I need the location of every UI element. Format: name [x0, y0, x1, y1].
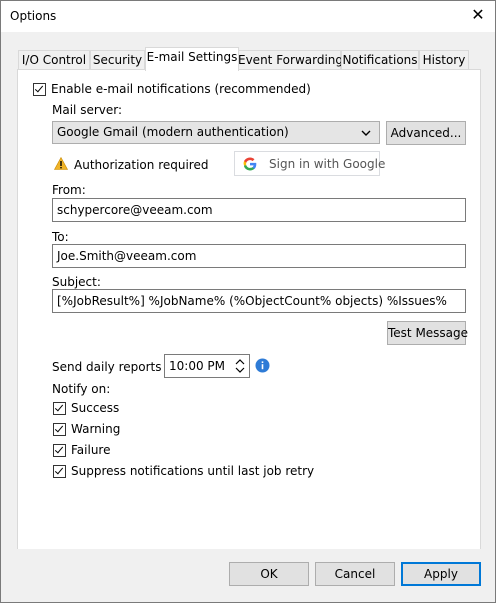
email-settings-panel: Enable e-mail notifications (recommended…	[17, 69, 481, 550]
mail-server-select[interactable]: Google Gmail (modern authentication)	[52, 121, 380, 144]
daily-report-label: Send daily reports at:	[52, 360, 182, 374]
google-signin-label: Sign in with Google	[269, 157, 386, 171]
enable-email-label: Enable e-mail notifications (recommended…	[51, 82, 311, 96]
chevron-down-icon	[361, 130, 371, 136]
tab-security[interactable]: Security	[90, 50, 145, 70]
tab-history[interactable]: History	[419, 50, 469, 70]
apply-button[interactable]: Apply	[401, 562, 481, 586]
mail-server-label: Mail server:	[52, 103, 123, 117]
advanced-button[interactable]: Advanced...	[386, 121, 466, 145]
suppress-notifications-label: Suppress notifications until last job re…	[71, 464, 315, 478]
notify-on-label: Notify on:	[52, 382, 111, 396]
suppress-notifications-checkbox[interactable]	[53, 465, 66, 478]
test-message-button[interactable]: Test Message	[387, 321, 468, 345]
close-icon[interactable]: ✕	[469, 6, 487, 24]
notify-failure-label: Failure	[71, 443, 111, 457]
notify-failure-checkbox[interactable]	[53, 444, 66, 457]
tab-email-settings[interactable]: E-mail Settings	[145, 47, 239, 71]
ok-button[interactable]: OK	[229, 562, 309, 586]
from-field[interactable]: schypercore@veeam.com	[52, 198, 466, 222]
from-label: From:	[52, 183, 86, 197]
auth-warning-text: Authorization required	[74, 158, 209, 172]
daily-time-picker[interactable]: 10:00 PM	[164, 354, 250, 378]
notify-warning-checkbox[interactable]	[53, 423, 66, 436]
window-title: Options	[10, 9, 57, 23]
enable-email-checkbox[interactable]	[33, 83, 46, 96]
notify-warning-label: Warning	[71, 422, 121, 436]
options-dialog: Options ✕ I/O Control Security E-mail Se…	[0, 0, 496, 603]
notify-success-label: Success	[71, 401, 120, 415]
warning-icon	[54, 157, 68, 170]
tab-event-forwarding[interactable]: Event Forwarding	[237, 50, 343, 70]
title-bar: Options ✕	[1, 1, 495, 32]
google-logo-icon	[243, 157, 257, 171]
to-field[interactable]: Joe.Smith@veeam.com	[52, 244, 466, 268]
cancel-button[interactable]: Cancel	[315, 562, 395, 586]
to-label: To:	[52, 230, 69, 244]
info-icon[interactable]	[255, 358, 270, 373]
dialog-footer: OK Cancel Apply	[1, 549, 495, 602]
google-signin-button[interactable]: Sign in with Google	[234, 151, 385, 176]
tab-notifications[interactable]: Notifications	[341, 50, 419, 70]
subject-field[interactable]: [%JobResult%] %JobName% (%ObjectCount% o…	[52, 289, 466, 313]
tab-io-control[interactable]: I/O Control	[18, 50, 90, 70]
subject-label: Subject:	[52, 275, 101, 289]
notify-success-checkbox[interactable]	[53, 402, 66, 415]
mail-server-value: Google Gmail (modern authentication)	[57, 125, 289, 139]
daily-time-value: 10:00 PM	[169, 359, 225, 373]
spin-updown-icon[interactable]	[235, 358, 245, 374]
